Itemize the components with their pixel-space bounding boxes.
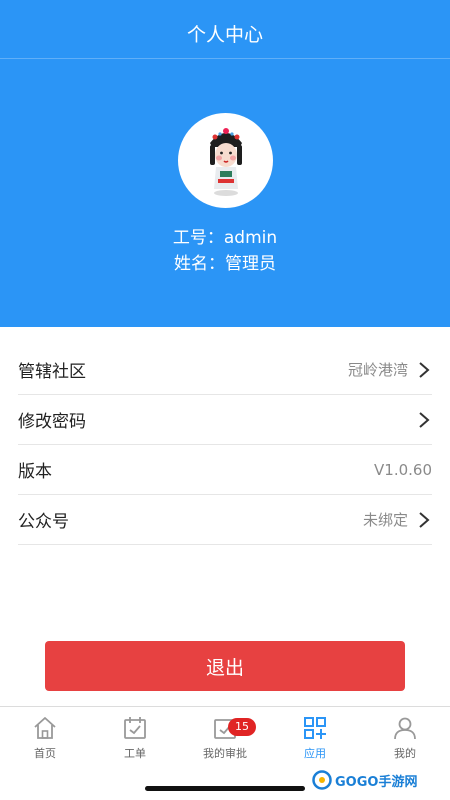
page-title: 个人中心 — [186, 24, 263, 46]
chevron-right-icon — [419, 361, 430, 378]
watermark: GOGO手游网 — [312, 767, 442, 793]
version-value: V1.0.60 — [374, 460, 432, 479]
employee-id: 工号：admin — [172, 228, 278, 248]
tab-work-orders[interactable]: 工单 — [90, 715, 180, 761]
menu-item-version: 版本 V1.0.60 — [18, 445, 432, 495]
home-icon — [34, 717, 56, 739]
tab-label: 首页 — [34, 747, 56, 760]
apps-icon — [304, 717, 326, 739]
home-indicator — [145, 786, 305, 791]
tab-label: 工单 — [124, 747, 146, 760]
approval-count-badge: 15 — [228, 718, 256, 736]
tab-my-approvals[interactable]: 15 我的审批 — [180, 715, 270, 761]
tab-mine[interactable]: 我的 — [360, 715, 450, 761]
menu-item-change-password[interactable]: 修改密码 — [18, 395, 432, 445]
menu-item-label: 公众号 — [18, 512, 69, 532]
user-icon — [394, 717, 416, 740]
menu-item-community[interactable]: 管辖社区 冠岭港湾 — [18, 345, 432, 395]
tab-label: 我的审批 — [203, 747, 247, 760]
menu-item-label: 管辖社区 — [18, 362, 86, 382]
menu-item-value: 冠岭港湾 — [347, 361, 408, 379]
menu-item-label: 修改密码 — [18, 412, 86, 432]
watermark-logo-icon — [312, 770, 332, 790]
menu-item-value: 未绑定 — [362, 511, 408, 529]
profile-header: 个人中心 工号：admin 姓名：管理员 — [0, 0, 450, 327]
logout-button[interactable]: 退出 — [45, 641, 405, 691]
watermark-text: GOGO手游网 — [335, 774, 418, 790]
calendar-check-icon — [124, 717, 146, 739]
opera-character-icon — [209, 127, 242, 196]
chevron-right-icon — [419, 411, 430, 428]
menu-item-label: 版本 — [18, 462, 52, 482]
tab-home[interactable]: 首页 — [0, 715, 90, 761]
settings-list: 管辖社区 冠岭港湾 修改密码 版本 V1.0.60 公众号 未绑定 — [18, 345, 432, 545]
chevron-right-icon — [419, 511, 430, 528]
tab-label: 应用 — [304, 747, 326, 760]
header-divider — [0, 58, 450, 59]
menu-item-official-account[interactable]: 公众号 未绑定 — [18, 495, 432, 545]
tab-apps[interactable]: 应用 — [270, 715, 360, 761]
employee-name: 姓名：管理员 — [174, 254, 276, 274]
avatar — [178, 113, 273, 208]
tab-label: 我的 — [394, 747, 416, 760]
